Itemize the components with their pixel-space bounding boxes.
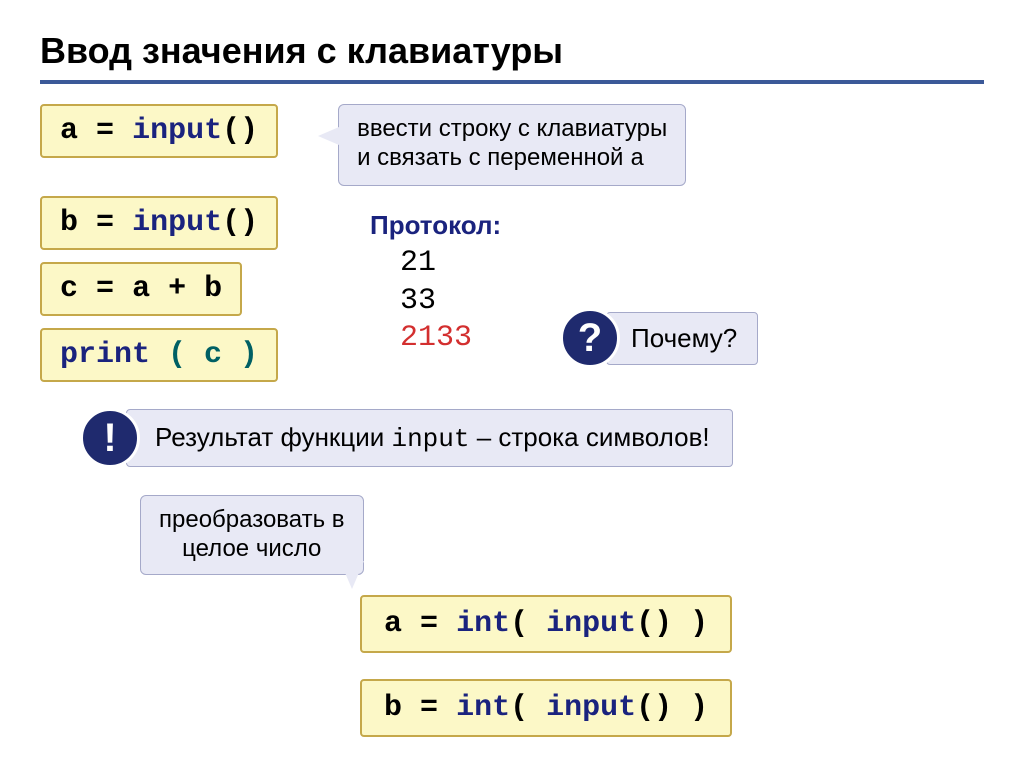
var-b: b [60,206,78,240]
space [78,114,96,148]
print-args: ( c ) [168,338,258,372]
note-input: input [391,424,469,454]
why-callout: ? Почему? [560,308,758,368]
protocol-v1: 21 [400,245,501,283]
kw-input: input [132,114,222,148]
var-b: b [384,691,402,725]
eq: = [96,272,114,306]
protocol-area: Протокол: 21 33 2133 [370,210,501,358]
title-underline [40,80,984,84]
kw-input: input [132,206,222,240]
convert-l1: преобразовать в [159,506,345,533]
protocol-label: Протокол: [370,210,501,241]
convert-l2: целое число [182,535,321,562]
parens: () [222,206,258,240]
var-a: a [60,114,78,148]
code-box-c-sum: c = a + b [40,262,242,316]
callout-line2a: и связать с переменной [357,144,630,171]
row-1: a = input() ввести строку с клавиатуры и… [40,104,984,186]
code-box-a-input: a = input() [40,104,278,158]
kw-input: input [546,691,636,725]
kw-int: int [456,691,510,725]
note-a: Результат функции [155,422,391,452]
note-b: – строка символов! [469,422,709,452]
convert-box: преобразовать в целое число [140,495,364,575]
convert-callout: преобразовать в целое число [140,495,364,575]
tail: () ) [636,691,708,725]
code-box-a-int: a = int( input() ) [360,595,732,653]
parens: () [222,114,258,148]
eq: = [96,114,114,148]
callout-tail-icon [318,124,346,148]
eq: = [420,607,438,641]
expr: a + b [132,272,222,306]
mid: ( [510,607,546,641]
exclamation-callout: ! Результат функции input – строка симво… [80,408,733,468]
protocol-v3: 2133 [400,320,501,358]
protocol-v2: 33 [400,283,501,321]
mid: ( [510,691,546,725]
left-column: a = input() [40,104,278,170]
code-box-b-input: b = input() [40,196,278,250]
code-box-b-int: b = int( input() ) [360,679,732,737]
tail: () ) [636,607,708,641]
var-c: c [60,272,78,306]
result-note: Результат функции input – строка символо… [126,409,733,467]
callout-line1: ввести строку с клавиатуры [357,115,667,142]
page-title: Ввод значения с клавиатуры [40,30,984,72]
kw-print: print [60,338,150,372]
kw-int: int [456,607,510,641]
eq: = [420,691,438,725]
exclamation-icon: ! [80,408,140,468]
bottom-code-boxes: a = int( input() ) b = int( input() ) [360,595,732,749]
code-box-print: print ( c ) [40,328,278,382]
kw-input: input [546,607,636,641]
space [114,114,132,148]
question-icon: ? [560,308,620,368]
callout-tail-down-icon [340,561,364,589]
eq: = [96,206,114,240]
protocol-values: 21 33 2133 [370,245,501,358]
callout-input-desc: ввести строку с клавиатуры и связать с п… [338,104,686,186]
why-label: Почему? [606,312,758,365]
callout-var-a: a [630,146,644,173]
var-a: a [384,607,402,641]
